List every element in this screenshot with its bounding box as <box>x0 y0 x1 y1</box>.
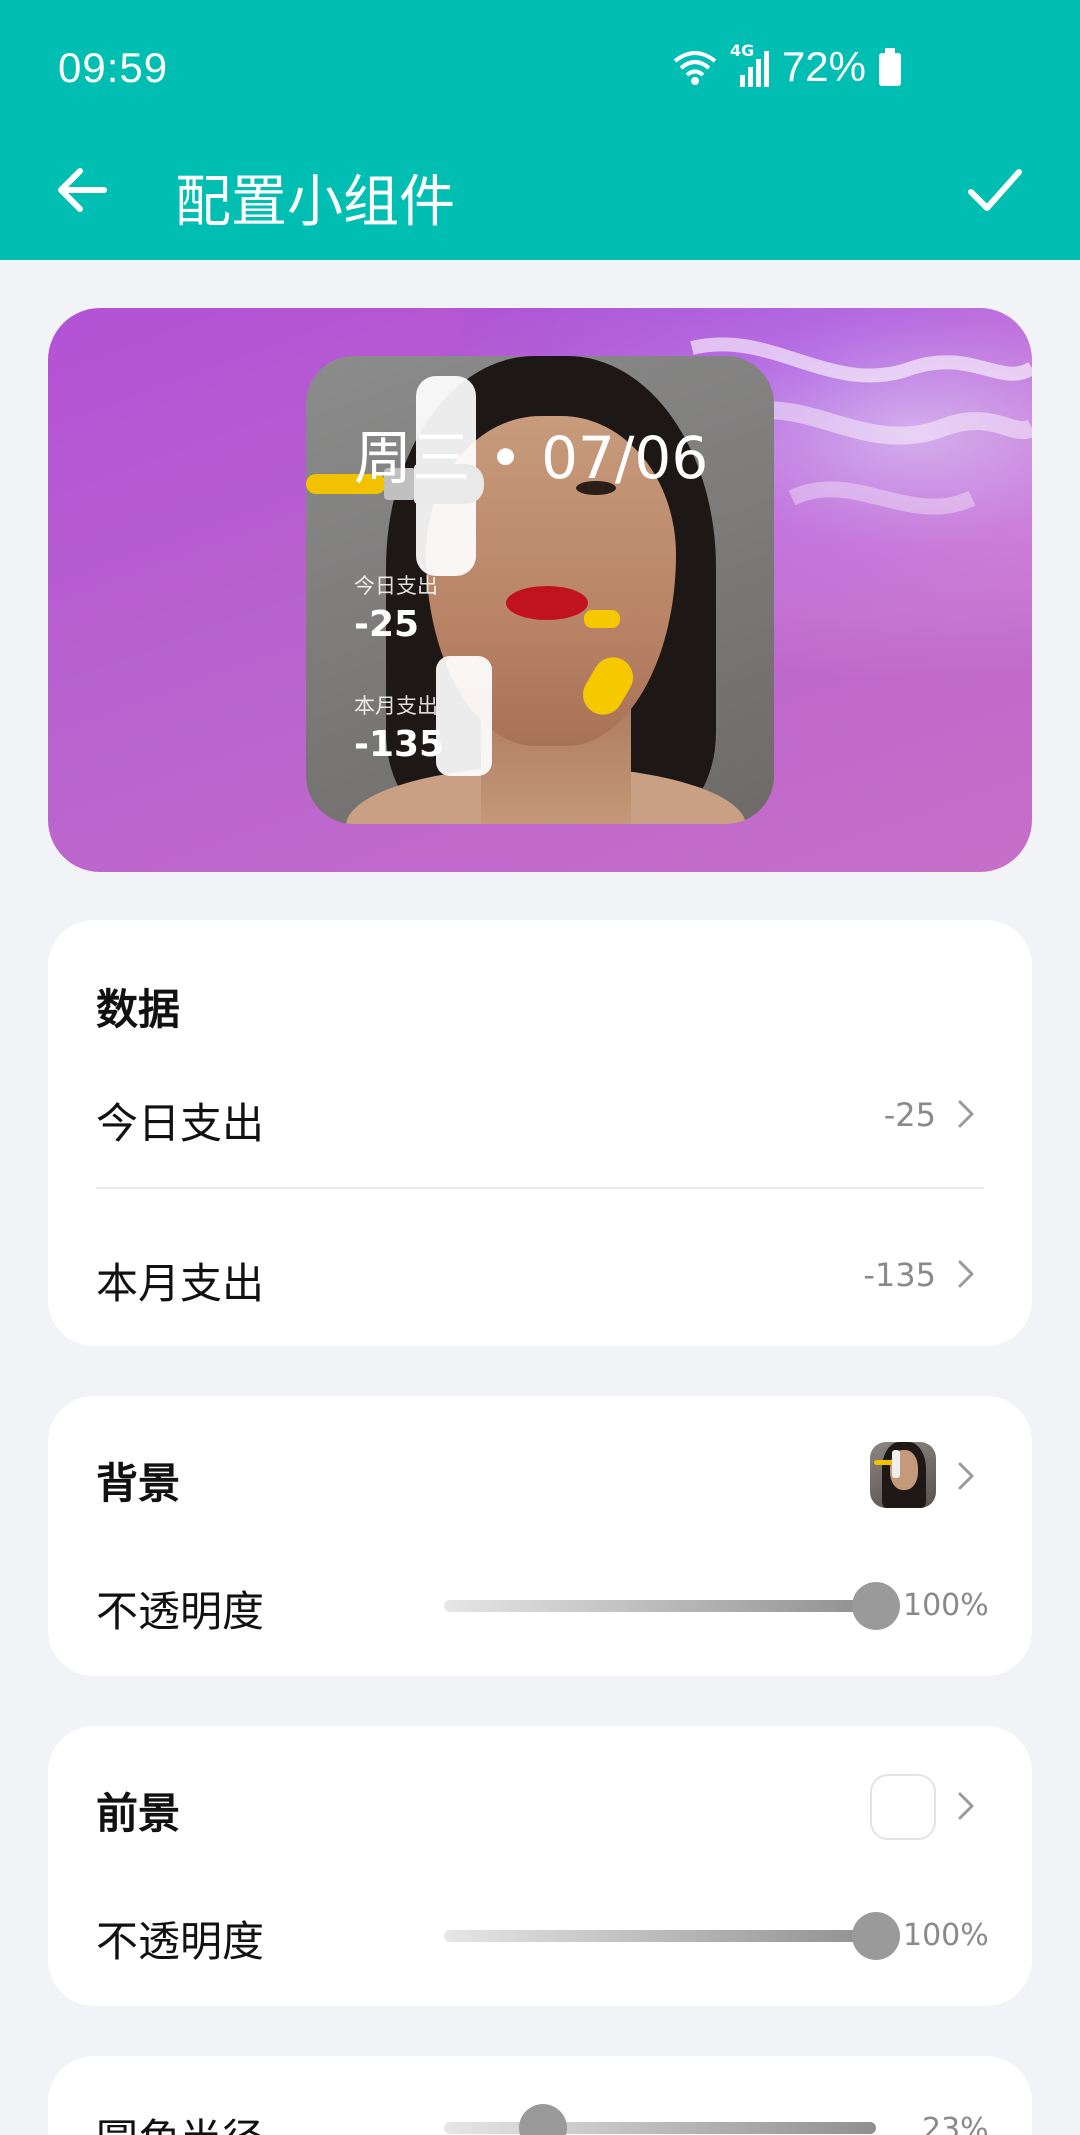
foreground-card: 前景 不透明度 100% <box>48 1726 1032 2006</box>
chevron-right-icon <box>958 1260 974 1288</box>
background-opacity-slider[interactable] <box>444 1600 876 1612</box>
widget-month-value: -135 <box>354 724 445 765</box>
page-title: 配置小组件 <box>175 170 455 235</box>
foreground-color-swatch <box>870 1774 936 1840</box>
foreground-picker[interactable]: 前景 <box>48 1726 1032 1856</box>
background-section-title: 背景 <box>96 1459 181 1508</box>
background-picker[interactable]: 背景 <box>48 1396 1032 1526</box>
month-expense-label: 本月支出 <box>96 1259 265 1308</box>
background-card: 背景 不透明度 100% <box>48 1396 1032 1676</box>
widget-today-label: 今日支出 <box>354 574 438 598</box>
data-card: 数据 今日支出 -25 本月支出 -135 <box>48 920 1032 1346</box>
widget-preview: 周三 • 07/06 今日支出 -25 本月支出 -135 <box>48 308 1032 872</box>
list-item-month-expense[interactable]: 本月支出 -135 <box>48 1210 1032 1330</box>
status-icons: 4G 72% <box>672 41 902 92</box>
today-expense-label: 今日支出 <box>96 1099 265 1148</box>
battery-icon <box>879 48 901 86</box>
foreground-opacity-label: 不透明度 <box>96 1917 265 1966</box>
corner-radius-label: 圆角半径 <box>96 2106 264 2135</box>
status-time: 09:59 <box>58 44 169 91</box>
corner-radius-value: 23% <box>922 2112 989 2135</box>
background-opacity-label: 不透明度 <box>96 1587 265 1636</box>
foreground-section-title: 前景 <box>96 1789 181 1838</box>
foreground-opacity-slider[interactable] <box>444 1930 876 1942</box>
foreground-opacity-value: 100% <box>903 1918 989 1953</box>
chevron-right-icon <box>958 1792 974 1820</box>
background-thumbnail <box>870 1442 936 1508</box>
background-opacity-thumb[interactable] <box>852 1582 900 1630</box>
app-bar: 09:59 4G 72% 配置小组件 <box>0 0 1080 260</box>
chevron-right-icon <box>958 1100 974 1128</box>
widget-month-label: 本月支出 <box>354 694 438 718</box>
check-icon[interactable] <box>965 160 1025 220</box>
widget-today-value: -25 <box>354 604 420 645</box>
corner-radius-slider[interactable] <box>444 2122 876 2134</box>
battery-percent: 72% <box>781 43 866 90</box>
signal-icon: 4G <box>730 41 770 89</box>
wifi-icon <box>673 51 717 85</box>
month-expense-value: -135 <box>863 1256 936 1294</box>
chevron-right-icon <box>958 1462 974 1490</box>
list-item-today-expense[interactable]: 今日支出 -25 <box>48 1050 1032 1170</box>
widget-date: 周三 • 07/06 <box>354 424 709 492</box>
divider <box>96 1187 984 1189</box>
back-arrow-icon[interactable] <box>52 160 112 220</box>
foreground-opacity-thumb[interactable] <box>852 1912 900 1960</box>
today-expense-value: -25 <box>883 1096 936 1134</box>
widget-card: 周三 • 07/06 今日支出 -25 本月支出 -135 <box>306 356 774 824</box>
corner-radius-thumb[interactable] <box>519 2104 568 2135</box>
corner-radius-card: 圆角半径 23% <box>48 2056 1032 2135</box>
data-section-title: 数据 <box>96 985 181 1034</box>
background-opacity-value: 100% <box>903 1588 989 1623</box>
